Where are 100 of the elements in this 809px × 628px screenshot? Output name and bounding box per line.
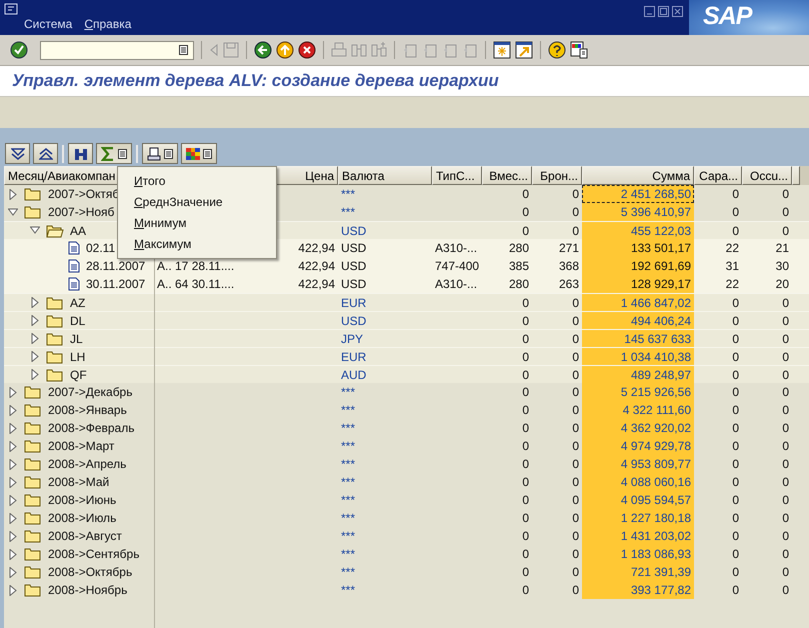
table-cell-text: 0 bbox=[521, 582, 530, 599]
tree-node-label[interactable]: 2008->Октябрь bbox=[48, 565, 132, 579]
table-cell-text: 0 bbox=[781, 204, 790, 221]
tree-node-label[interactable]: 2008->Август bbox=[48, 529, 122, 543]
expand-toggle-icon[interactable] bbox=[8, 422, 18, 434]
column-header[interactable]: Сара... bbox=[694, 166, 742, 185]
tree-node-label[interactable]: 2008->Апрель bbox=[48, 457, 126, 471]
tree-node-label[interactable]: 2008->Март bbox=[48, 439, 114, 453]
tree-node-label[interactable]: 2008->Ноябрь bbox=[48, 583, 128, 597]
table-cell-text: 385 bbox=[508, 258, 530, 275]
tree-node-label[interactable]: 02.11 bbox=[86, 241, 116, 255]
column-header[interactable]: Вмес... bbox=[482, 166, 532, 185]
expand-toggle-icon[interactable] bbox=[8, 476, 18, 488]
print-button[interactable] bbox=[142, 143, 178, 164]
expand-toggle-icon[interactable] bbox=[8, 512, 18, 524]
shortcut-icon[interactable] bbox=[515, 41, 533, 59]
tree-node-label[interactable]: 2008->Сентябрь bbox=[48, 547, 140, 561]
collapse-all-button[interactable] bbox=[33, 143, 58, 164]
sum-button[interactable] bbox=[96, 143, 132, 164]
close-icon[interactable] bbox=[672, 6, 683, 17]
expand-toggle-icon[interactable] bbox=[8, 566, 18, 578]
document-icon bbox=[68, 241, 80, 255]
table-cell-text: 0 bbox=[571, 313, 580, 329]
expand-icon bbox=[10, 148, 24, 160]
expand-toggle-icon[interactable] bbox=[30, 351, 40, 362]
menu-item[interactable]: Максимум bbox=[118, 234, 276, 255]
new-window-icon[interactable] bbox=[493, 41, 511, 59]
expand-toggle-icon[interactable] bbox=[8, 548, 18, 560]
tree-node-label[interactable]: 2008->Январь bbox=[48, 403, 127, 417]
tree-node-label[interactable]: QF bbox=[70, 368, 87, 382]
tree-node-label[interactable]: 28.11.2007 bbox=[86, 259, 146, 273]
back-icon bbox=[209, 43, 219, 57]
menu-item[interactable]: Система bbox=[24, 17, 72, 31]
expand-toggle-icon[interactable] bbox=[8, 530, 18, 542]
column-header[interactable]: Валюта bbox=[338, 166, 432, 185]
tree-node-label[interactable]: 2008->Май bbox=[48, 475, 110, 489]
expand-toggle-icon[interactable] bbox=[8, 386, 18, 398]
tree-node-label[interactable]: DL bbox=[70, 314, 86, 328]
tree-node-label[interactable]: 2007->Декабрь bbox=[48, 385, 132, 399]
tree-node-label[interactable]: 2008->Февраль bbox=[48, 421, 134, 435]
table-cell-text: 0 bbox=[521, 186, 530, 203]
expand-toggle-icon[interactable] bbox=[30, 315, 40, 326]
maximize-icon[interactable] bbox=[658, 6, 669, 17]
tree-node-label[interactable]: 2007->Нояб bbox=[48, 205, 114, 219]
expand-toggle-icon[interactable] bbox=[8, 404, 18, 416]
expand-toggle-icon[interactable] bbox=[30, 369, 40, 380]
expand-toggle-icon[interactable] bbox=[8, 206, 18, 218]
table-cell-text: 0 bbox=[521, 402, 530, 419]
table-cell-text: 0 bbox=[781, 456, 790, 473]
tree-node-label[interactable]: AZ bbox=[70, 296, 86, 310]
expand-toggle-icon[interactable] bbox=[8, 440, 18, 452]
table-cell-text: 368 bbox=[558, 258, 580, 275]
column-header[interactable]: Сумма bbox=[582, 166, 694, 185]
table-cell: 4 088 060,16 bbox=[582, 473, 694, 491]
menu-item[interactable]: Минимум bbox=[118, 213, 276, 234]
expand-toggle-icon[interactable] bbox=[8, 188, 18, 200]
cancel-icon[interactable] bbox=[298, 41, 316, 59]
table-cell-text: *** bbox=[340, 456, 356, 473]
column-header[interactable]: Брон... bbox=[532, 166, 582, 185]
layout-icon[interactable] bbox=[570, 41, 588, 59]
column-header[interactable]: Occu... bbox=[742, 166, 792, 185]
column-header[interactable]: ТипС... bbox=[432, 166, 482, 185]
table-cell-text: 22 bbox=[724, 240, 740, 257]
sap-logo: SAP bbox=[689, 0, 809, 35]
window-menu-icon[interactable] bbox=[4, 3, 18, 15]
minimize-icon[interactable] bbox=[644, 6, 655, 17]
table-cell-text: 0 bbox=[571, 492, 580, 509]
check-icon[interactable] bbox=[10, 41, 28, 59]
expand-toggle-icon[interactable] bbox=[30, 297, 40, 308]
help-icon[interactable] bbox=[548, 41, 566, 59]
menu-item[interactable]: Справка bbox=[84, 17, 132, 31]
table-cell-text: *** bbox=[340, 510, 356, 527]
tree-node-label[interactable]: JL bbox=[70, 332, 83, 346]
collapse-icon bbox=[38, 148, 52, 160]
expand-toggle-icon[interactable] bbox=[30, 225, 40, 236]
table-cell-text: A.. 64 30.11.... bbox=[156, 276, 236, 293]
expand-toggle-icon[interactable] bbox=[8, 584, 18, 596]
expand-toggle-icon[interactable] bbox=[8, 494, 18, 506]
table-cell-text: *** bbox=[340, 528, 356, 545]
command-field[interactable] bbox=[40, 40, 194, 60]
layout-button[interactable] bbox=[181, 143, 217, 164]
open-folder-icon bbox=[46, 224, 64, 238]
tree-node-label[interactable]: 2007->Октяб bbox=[48, 187, 120, 201]
expand-toggle-icon[interactable] bbox=[30, 333, 40, 344]
menu-item[interactable]: СреднЗначение bbox=[118, 192, 276, 213]
tree-node-label[interactable]: 2008->Июнь bbox=[48, 493, 116, 507]
expand-all-button[interactable] bbox=[5, 143, 30, 164]
table-cell-text: 280 bbox=[508, 276, 530, 293]
table-cell-text: 0 bbox=[571, 384, 580, 401]
tree-node-label[interactable]: AA bbox=[70, 224, 86, 238]
expand-toggle-icon[interactable] bbox=[8, 458, 18, 470]
find-button[interactable] bbox=[68, 143, 93, 164]
tree-node-label[interactable]: 30.11.2007 bbox=[86, 277, 146, 291]
tree-node-label[interactable]: 2008->Июль bbox=[48, 511, 116, 525]
table-cell-text: 0 bbox=[781, 349, 790, 365]
table-cell-text: 0 bbox=[571, 474, 580, 491]
dropdown-icon[interactable] bbox=[179, 45, 188, 55]
table-cell: 1 466 847,02 bbox=[582, 294, 694, 311]
table-cell-text: 0 bbox=[781, 223, 790, 239]
tree-node-label[interactable]: LH bbox=[70, 350, 86, 364]
